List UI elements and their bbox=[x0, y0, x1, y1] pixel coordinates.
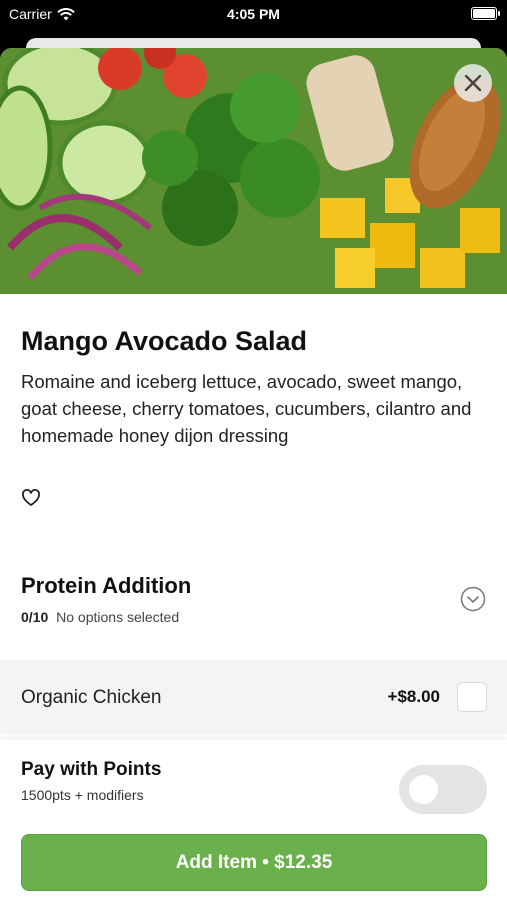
item-description: Romaine and iceberg lettuce, avocado, sw… bbox=[21, 371, 472, 446]
option-name: Organic Chicken bbox=[21, 687, 162, 708]
item-photo bbox=[0, 48, 507, 294]
pay-with-points-label: Pay with Points bbox=[21, 759, 162, 780]
option-price: +$8.00 bbox=[387, 687, 440, 706]
chevron-down-circle-icon bbox=[460, 586, 486, 612]
selection-count: 0/10 bbox=[21, 609, 49, 625]
battery-icon bbox=[471, 7, 500, 20]
protein-section-title: Protein Addition bbox=[21, 573, 192, 598]
checkout-panel: Pay with Points 1500pts + modifiers Add … bbox=[0, 740, 507, 900]
option-row-organic-chicken[interactable]: Organic Chicken +$8.00 bbox=[0, 660, 507, 734]
expand-section-button[interactable] bbox=[460, 586, 486, 612]
favorite-button[interactable] bbox=[21, 488, 41, 508]
close-icon bbox=[464, 74, 482, 92]
selection-status: No options selected bbox=[56, 609, 180, 625]
points-cost: 1500pts + modifiers bbox=[21, 787, 144, 803]
status-bar: Carrier 4:05 PM bbox=[0, 0, 507, 30]
toggle-knob bbox=[409, 775, 438, 804]
clock: 4:05 PM bbox=[227, 6, 280, 22]
protein-section-meta: 0/10 No options selected bbox=[21, 609, 179, 625]
close-button[interactable] bbox=[454, 64, 492, 102]
heart-icon bbox=[22, 489, 40, 506]
item-detail-sheet: Mango Avocado Salad Romaine and iceberg … bbox=[0, 48, 507, 900]
option-checkbox[interactable] bbox=[457, 682, 487, 712]
item-title: Mango Avocado Salad bbox=[21, 326, 308, 356]
add-item-button[interactable]: Add Item • $12.35 bbox=[21, 834, 487, 891]
pay-with-points-toggle[interactable] bbox=[399, 765, 487, 814]
salad-illustration bbox=[0, 48, 507, 294]
